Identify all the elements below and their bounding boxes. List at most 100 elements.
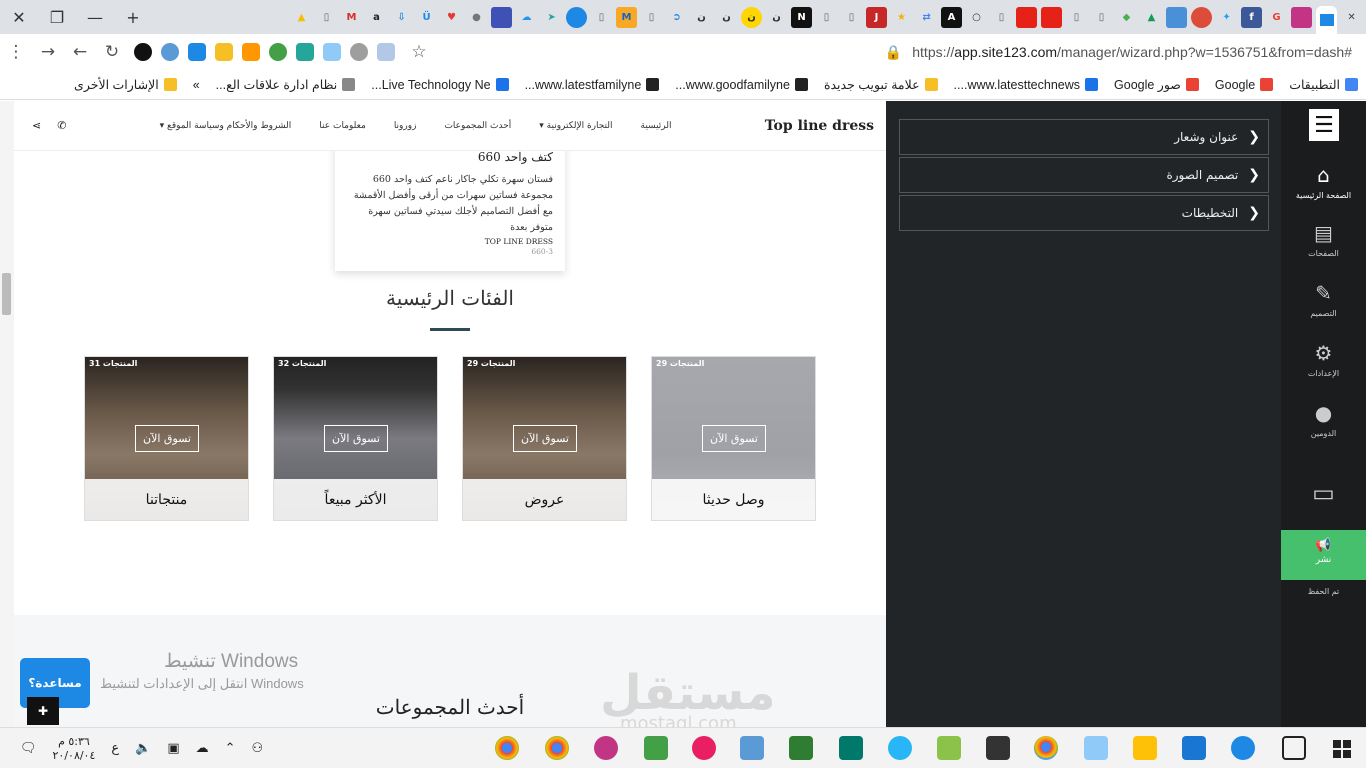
desktop-preview-button[interactable]: ▭ [1281,479,1366,511]
bookmark-item[interactable]: » [185,78,208,92]
ext-search-icon[interactable] [188,43,206,61]
nav-home[interactable]: الرئيسية [641,121,672,131]
bookmark-item[interactable]: Google [1207,78,1281,92]
taskbar-itunes-icon[interactable] [692,736,716,760]
language-indicator[interactable]: ع [111,741,119,756]
rail-item-design[interactable]: ✎ التصميم [1281,281,1366,318]
tab-puzzle-icon[interactable]: ◆ [1116,7,1137,28]
tab-swirl-icon[interactable]: Ü [416,7,437,28]
tab-drive-icon[interactable]: ▲ [1141,7,1162,28]
windows-start-icon[interactable] [1333,740,1351,758]
tab-page-icon[interactable]: ▯ [1066,7,1087,28]
tab-instagram-icon[interactable] [1291,6,1312,28]
shop-now-button[interactable]: تسوق الآن [702,425,766,452]
nav-latest[interactable]: أحدث المجموعات [444,121,511,131]
taskbar-telegram-icon[interactable] [888,736,912,760]
rail-item-pages[interactable]: ▤ الصفحات [1281,221,1366,258]
clock[interactable]: ٥:٣٦ م ٢٠/٠٨/٠٤ [53,735,96,763]
tab-close-icon[interactable]: ✕ [1341,7,1362,28]
taskbar-task-view-icon[interactable] [1282,736,1306,760]
tab-edge-icon[interactable] [566,6,587,28]
menu-dots-icon[interactable]: ⋮ [0,42,32,62]
nav-about[interactable]: معلومات عنا [319,121,366,131]
people-icon[interactable]: ⚇ [252,741,264,756]
taskbar-mail-icon[interactable] [986,736,1010,760]
volume-icon[interactable]: 🔈 [135,741,151,756]
taskbar-app-icon[interactable] [644,736,668,760]
tab-page-icon[interactable]: ▯ [641,7,662,28]
panel-title-logo[interactable]: عنوان وشعار ❯ [899,119,1269,155]
bookmark-star-icon[interactable]: ☆ [403,42,435,62]
tab-page-icon[interactable]: ▯ [816,7,837,28]
avatar[interactable] [134,43,152,61]
site-logo[interactable]: Top line dress [765,118,874,134]
tab-translate-icon[interactable]: ⇄ [916,7,937,28]
tab-nun-icon[interactable]: ن [766,7,787,28]
bookmark-item[interactable]: صور Google [1106,77,1207,92]
taskbar-edge-icon[interactable] [1231,736,1255,760]
menu-icon[interactable]: ☰ [1309,109,1339,141]
taskbar-paint-icon[interactable] [1084,736,1108,760]
scrollbar-thumb[interactable] [2,273,11,315]
bookmark-item[interactable]: علامة تبويب جديدة [816,77,946,92]
taskbar-pen-icon[interactable] [937,736,961,760]
category-card[interactable]: 29 المنتجات تسوق الآن وصل حديثا [651,356,816,521]
tab-grid-icon[interactable] [491,6,512,28]
ext-globe-icon[interactable] [269,43,287,61]
panel-layouts[interactable]: التخطيطات ❯ [899,195,1269,231]
window-minimize-icon[interactable]: — [76,0,114,34]
taskbar-explorer-icon[interactable] [1133,736,1157,760]
bookmark-item[interactable]: www.goodfamilyne... [667,78,816,92]
scrollbar-track[interactable] [0,101,14,727]
bookmark-item[interactable]: نظام ادارة علاقات الع... [208,77,364,92]
tab-page-icon[interactable]: ▯ [591,7,612,28]
shop-now-button[interactable]: تسوق الآن [324,425,388,452]
network-icon[interactable]: ▣ [167,741,179,756]
bookmark-item[interactable]: Live Technology Ne... [363,78,516,92]
bookmark-item[interactable]: www.latesttechnews.... [946,78,1106,92]
tab-n-icon[interactable]: N [791,6,812,28]
category-card[interactable]: 31 المنتجات تسوق الآن منتجاتنا [84,356,249,521]
tab-circle-icon[interactable]: ○ [966,7,987,28]
tab-heart-icon[interactable]: ♥ [441,7,462,28]
url-input[interactable]: 🔒 https://app.site123.com/manager/wizard… [435,38,1366,66]
ext-clock-icon[interactable] [377,43,395,61]
ext-box-icon[interactable] [323,43,341,61]
nav-visit[interactable]: زورونا [394,121,417,131]
puzzle-icon[interactable]: ✚ [27,697,59,725]
shop-now-button[interactable]: تسوق الآن [513,425,577,452]
ext-leaf-icon[interactable] [296,43,314,61]
tab-twitter-icon[interactable]: ✦ [1216,7,1237,28]
bookmark-item[interactable]: الإشارات الأخرى [66,77,185,92]
rail-item-settings[interactable]: ⚙ الإعدادات [1281,341,1366,378]
tab-page-icon[interactable]: ▯ [1091,7,1112,28]
reload-icon[interactable]: ↻ [96,42,128,62]
taskbar-app-icon[interactable] [740,736,764,760]
window-restore-icon[interactable]: ❐ [38,0,76,34]
phone-icon[interactable]: ✆ [57,119,66,132]
bookmark-item[interactable]: www.latestfamilyne... [517,78,668,92]
category-card[interactable]: 29 المنتجات تسوق الآن عروض [462,356,627,521]
taskbar-app-icon[interactable] [839,736,863,760]
tab-amazon-icon[interactable]: a [366,7,387,28]
ext-photo-icon[interactable] [242,43,260,61]
notifications-icon[interactable]: 🗨 [20,741,37,756]
tab-star-icon[interactable]: ★ [891,7,912,28]
category-card[interactable]: 32 المنتجات تسوق الآن الأكثر مبيعاً [273,356,438,521]
share-icon[interactable]: ⋖ [32,119,41,132]
tab-youtube-icon[interactable] [1041,6,1062,28]
active-tab[interactable] [1316,6,1337,34]
tab-cloud-icon[interactable]: ☁ [516,7,537,28]
tab-nun-icon[interactable]: ن [716,7,737,28]
ext-gear-icon[interactable] [350,43,368,61]
product-card[interactable]: كتف واحد 660 فستان سهرة تكلي جاكار ناعم … [335,141,565,271]
nav-ecommerce[interactable]: التجارة الإلكترونية ▾ [539,121,612,131]
tab-youtube-icon[interactable] [1016,6,1037,28]
show-hidden-icons[interactable]: ⌃ [225,741,236,756]
tab-adwords-icon[interactable]: ▲ [291,7,312,28]
tab-page-icon[interactable]: ▯ [991,7,1012,28]
tab-apple-icon[interactable]: ● [466,7,487,28]
tab-google-icon[interactable]: G [1266,7,1287,28]
tab-nun-icon[interactable]: ن [741,6,762,28]
onedrive-icon[interactable]: ☁ [196,741,209,756]
